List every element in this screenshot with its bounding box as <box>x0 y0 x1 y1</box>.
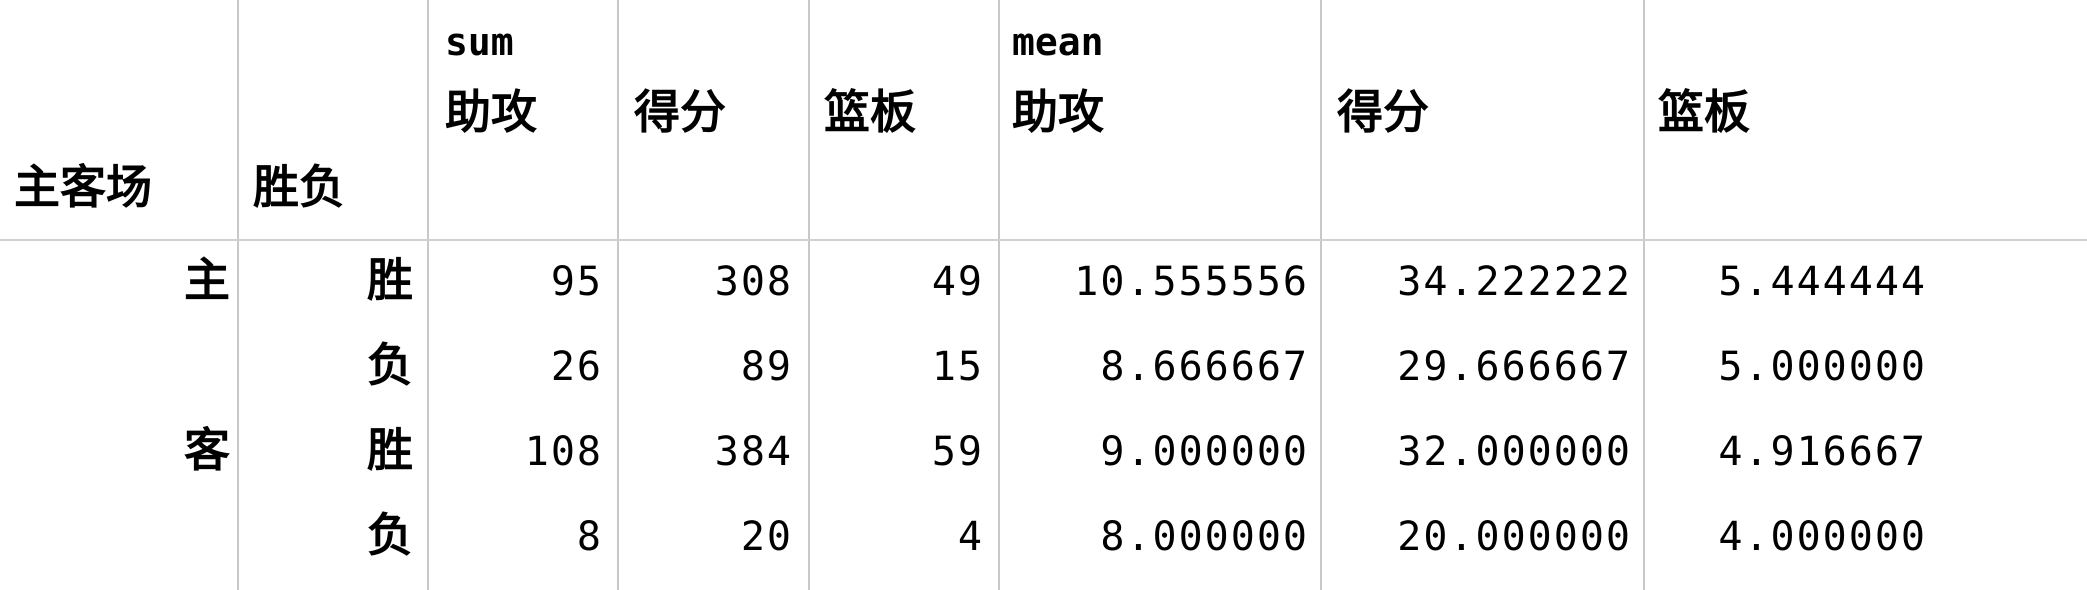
table-cell: 5.444444 <box>1718 259 1927 305</box>
column-divider <box>1320 0 1322 590</box>
column-divider <box>427 0 429 590</box>
table-cell: 8.000000 <box>1100 514 1309 560</box>
table-cell: 5.000000 <box>1718 344 1927 390</box>
row-index-level2: 胜 <box>367 423 413 477</box>
pivot-table: sum mean 助攻 得分 篮板 助攻 得分 篮板 主客场 胜负 主 胜 95… <box>0 0 2087 590</box>
row-index-level1: 主 <box>184 253 230 307</box>
column-divider <box>1643 0 1645 590</box>
table-cell: 20.000000 <box>1397 514 1632 560</box>
table-cell: 4.916667 <box>1718 429 1927 475</box>
index-name-home-away: 主客场 <box>14 160 152 214</box>
header-col-mean-points: 得分 <box>1337 85 1429 139</box>
header-group-mean: mean <box>1012 20 1104 64</box>
table-cell: 59 <box>931 429 984 475</box>
table-cell: 9.000000 <box>1100 429 1309 475</box>
row-index-level2: 负 <box>367 338 413 392</box>
index-name-win-loss: 胜负 <box>253 160 345 214</box>
row-index-level1: 客 <box>184 423 230 477</box>
table-cell: 32.000000 <box>1397 429 1632 475</box>
header-col-mean-assists: 助攻 <box>1012 85 1104 139</box>
header-col-mean-rebounds: 篮板 <box>1658 85 1750 139</box>
table-cell: 29.666667 <box>1397 344 1632 390</box>
table-cell: 26 <box>550 344 603 390</box>
column-divider <box>998 0 1000 590</box>
table-cell: 8 <box>576 514 603 560</box>
header-col-sum-assists: 助攻 <box>445 85 537 139</box>
table-cell: 20 <box>740 514 793 560</box>
table-cell: 34.222222 <box>1397 259 1632 305</box>
table-cell: 4.000000 <box>1718 514 1927 560</box>
column-divider <box>808 0 810 590</box>
table-cell: 8.666667 <box>1100 344 1309 390</box>
header-col-sum-points: 得分 <box>634 85 726 139</box>
table-cell: 108 <box>524 429 603 475</box>
table-cell: 308 <box>714 259 793 305</box>
row-index-level2: 负 <box>367 508 413 562</box>
table-cell: 49 <box>931 259 984 305</box>
table-cell: 10.555556 <box>1074 259 1309 305</box>
column-divider <box>617 0 619 590</box>
table-cell: 15 <box>931 344 984 390</box>
header-divider <box>0 239 2087 241</box>
table-cell: 384 <box>714 429 793 475</box>
column-divider <box>237 0 239 590</box>
table-cell: 4 <box>957 514 984 560</box>
table-cell: 95 <box>550 259 603 305</box>
table-cell: 89 <box>740 344 793 390</box>
header-group-sum: sum <box>445 20 514 64</box>
header-col-sum-rebounds: 篮板 <box>824 85 916 139</box>
row-index-level2: 胜 <box>367 253 413 307</box>
